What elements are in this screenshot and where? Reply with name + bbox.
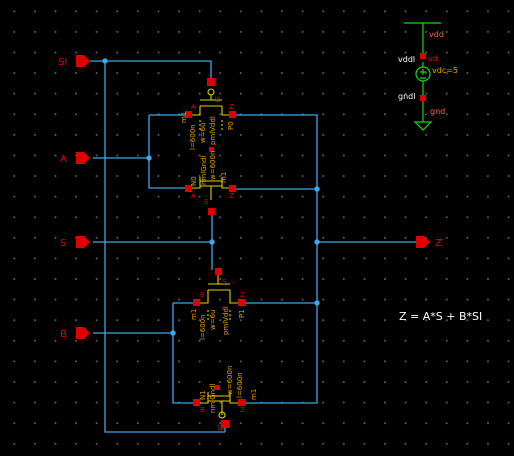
tg2-label-b-bot: B [200,406,205,414]
equation-text: Z = A*S + B*SI [399,310,482,323]
tg1-pin-s [208,208,215,215]
pin-b-shape[interactable] [76,327,90,339]
junction-b [170,330,176,336]
tg1-label-a-top: A [191,103,196,111]
wires [90,60,418,433]
junction-s [209,239,215,245]
tg1-label-a-bot: A [191,192,196,200]
tg2-param-body: pmlVddl [222,306,230,335]
wire-a-bus[interactable] [148,115,188,189]
source-label-vdd: vdd [429,30,444,39]
tg2-label-s-top: S [222,278,227,286]
source-label-gndl: gndl [398,92,415,101]
tg2-param-l: l=600n [199,314,207,340]
tg1-nref: N0 [190,176,198,186]
tg2-nparam-l: l=600n [236,372,244,398]
source-labels: vdd vddl vd vdc=5 gndl gnd [398,30,458,116]
pin-s-label: S [60,238,66,249]
schematic: SI A S B Z A Z A S Z SI m1 l=600n w=6u p… [58,22,482,433]
io-pins [76,55,430,339]
source-label-vddl: vddl [398,55,415,64]
tg1-nparam-w: w=600n [209,151,217,180]
tg2-ref: P1 [238,309,246,318]
tg1-nparam-body: nmlGndl [200,155,208,185]
source-pin-minus [420,95,426,101]
pin-si-label: SI [58,57,67,68]
junction-z-out [314,239,320,245]
junction-a [146,155,152,161]
tg1-param-m: m1 [180,112,188,123]
pin-a-shape[interactable] [76,152,90,164]
source-label-value: vdc=5 [432,66,458,75]
junction-z2 [314,300,320,306]
tg2-label-z-bot: Z [240,406,245,414]
tg2-label-b-top: B [200,291,205,299]
tg1-pin-z-bot [229,185,236,192]
wire-si-left[interactable] [104,61,225,433]
tg1-label-z-top: Z [229,103,234,111]
tg1-param-l: l=600n [189,124,197,150]
tg2-pin-s [215,268,222,275]
pin-b-label: B [60,329,67,340]
tg2-param-w: w=6u [209,310,217,330]
tg1-pin-si [207,78,215,86]
tg2-pin-b-top [193,299,200,306]
wire-z-g2-n[interactable] [242,303,318,404]
tg1-label-s-bot: S [204,198,209,206]
pin-si-shape[interactable] [76,55,90,67]
tg2-pin-z-top [238,299,245,306]
wire-z-g1[interactable] [232,114,318,303]
tg2-nparam-body: nmlGndl [209,383,217,413]
junction-z1 [314,186,320,192]
schematic-canvas[interactable]: SI A S B Z A Z A S Z SI m1 l=600n w=6u p… [0,0,514,456]
wire-si-top[interactable] [90,60,212,82]
tg1-ref: P0 [227,121,235,130]
tg2-label-si-bot: SI [217,424,224,432]
io-pin-labels: SI A S B Z [58,57,442,340]
source-label-gnd: gnd [430,107,445,116]
pin-z-label: Z [435,238,442,249]
tg1-label-si-top: SI [213,96,221,103]
transmission-gate-1[interactable]: A Z A S Z SI m1 l=600n w=6u pmlVddl P0 n… [180,78,236,215]
tg1-pin-z-top [229,111,236,118]
tg2-pin-z-bot [238,399,245,406]
pin-a-label: A [60,154,67,165]
pin-z-shape[interactable] [416,236,430,248]
tg2-nparam-w: w=600n [226,366,234,395]
tg2-params: m1 l=600n w=6u pmlVddl P1 nmlGndl w=600n… [190,306,258,413]
tg1-param-body: pmlVddl [209,116,217,145]
tg2-label-z-top: Z [240,291,245,299]
junction-si [102,58,108,64]
source-label-vd: vd [428,54,438,63]
tg2-param-m: m1 [190,309,198,320]
tg1-param-w: w=6u [199,123,207,143]
tg1-nparam-m: m1 [220,172,228,183]
tg1-bubble [207,88,215,96]
tg2-nref: N1 [199,390,207,400]
transmission-gate-2[interactable]: B S Z B SI Z m1 l=600n w=6u pmlVddl P1 n… [190,268,258,432]
tg1-label-z-bot: Z [229,192,234,200]
dc-voltage-source[interactable]: vdd vddl vd vdc=5 gndl gnd [398,22,458,131]
source-pin-plus [420,53,426,59]
tg1-params: m1 l=600n w=6u pmlVddl P0 nmlGndl w=600n… [180,112,235,186]
tg2-nparam-m: m1 [250,389,258,400]
pin-s-shape[interactable] [76,236,90,248]
